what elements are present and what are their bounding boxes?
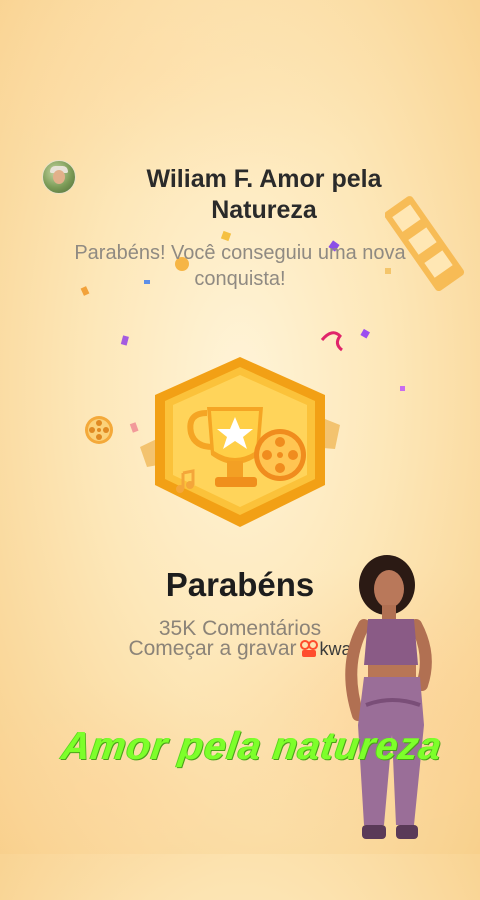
overlay-caption: Amor pela natureza — [59, 725, 446, 768]
trophy-film-badge-icon — [140, 357, 340, 527]
profile-avatar[interactable] — [42, 160, 76, 194]
film-strip-icon — [385, 196, 465, 291]
film-reel-icon — [85, 416, 113, 444]
profile-name: Wiliam F. Amor pela Natureza — [146, 165, 382, 224]
avatar-face-shape — [53, 170, 65, 184]
achievement-message: Parabéns! Você conseguiu uma nova conqui… — [74, 242, 406, 290]
person-figure — [345, 555, 432, 839]
start-recording-label: Começar a gravar — [128, 637, 297, 660]
